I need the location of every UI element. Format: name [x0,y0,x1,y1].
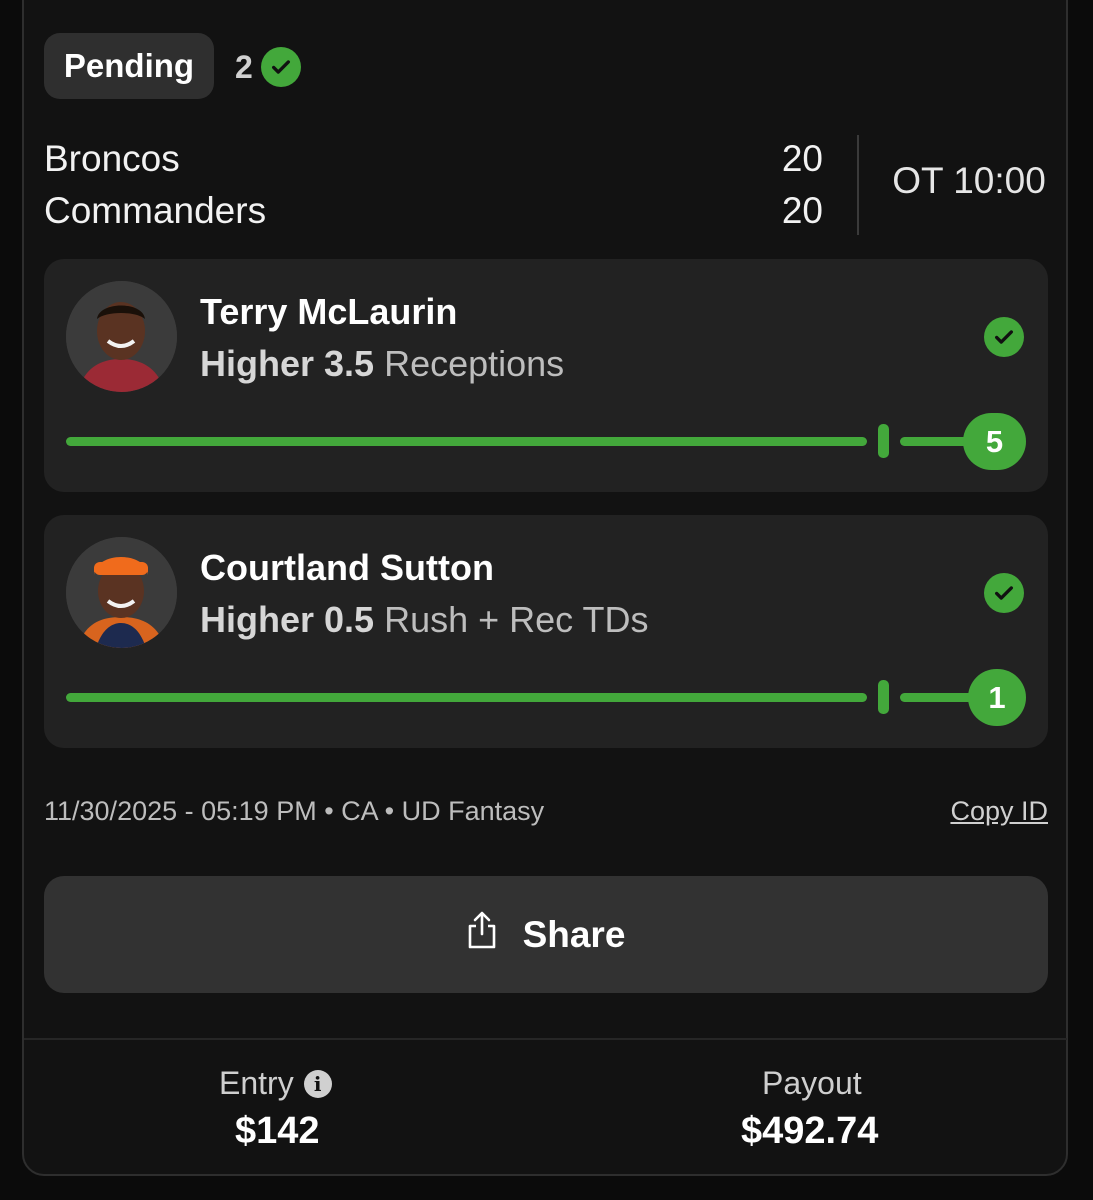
check-circle-icon [260,47,301,87]
hit-count-value: 2 [235,48,253,85]
hit-count: 2 [235,45,301,89]
payout-amount: $492.74 [741,1110,879,1152]
entry-label: Entry [219,1065,294,1101]
pick-stat: Rush + Rec TDs [384,599,649,640]
pick-direction: Higher 3.5 [200,343,375,384]
footer-divider [24,1038,1067,1040]
pick-line: Higher 3.5 Receptions [200,343,564,385]
result-bubble: 5 [963,413,1026,470]
share-label: Share [522,913,626,955]
team-away-name: Commanders [44,190,267,231]
payout-label-row: Payout [762,1065,862,1102]
progress-bar [66,437,867,446]
player-avatar [66,281,177,392]
copy-id-link[interactable]: Copy ID [950,796,1048,827]
pick-card[interactable]: Terry McLaurin Higher 3.5 Receptions 5 [44,259,1048,492]
line-marker [878,680,889,714]
score-divider [857,135,859,235]
payout-label: Payout [762,1065,862,1101]
share-icon [467,910,497,959]
player-name: Courtland Sutton [200,547,494,588]
status-badge-label: Pending [63,47,195,84]
team-home-name: Broncos [44,138,180,179]
line-marker [878,424,889,458]
pick-line: Higher 0.5 Rush + Rec TDs [200,599,649,641]
check-circle-icon [984,317,1024,357]
progress-bar [66,693,867,702]
entry-label-row: Entry i [219,1065,332,1102]
player-avatar [66,537,177,648]
info-icon[interactable]: i [303,1069,332,1098]
pick-direction: Higher 0.5 [200,599,375,640]
game-clock: OT 10:00 [892,160,1046,201]
pick-card[interactable]: Courtland Sutton Higher 0.5 Rush + Rec T… [44,515,1048,748]
check-circle-icon [984,573,1024,613]
team-away-score: 20 [781,190,823,231]
pick-stat: Receptions [384,343,565,384]
team-home-score: 20 [781,138,823,179]
result-bubble: 1 [968,669,1026,726]
status-badge: Pending [44,33,214,99]
share-button[interactable]: Share [44,876,1048,993]
player-name: Terry McLaurin [200,291,458,332]
entry-meta: 11/30/2025 - 05:19 PM • CA • UD Fantasy [44,796,545,826]
entry-amount: $142 [235,1110,320,1152]
